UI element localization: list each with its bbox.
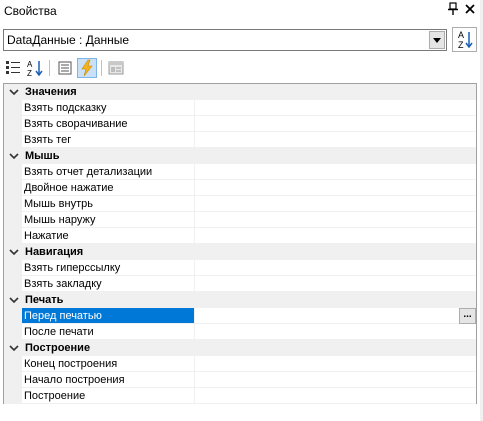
property-value-field[interactable] — [195, 356, 476, 372]
row-gutter — [4, 164, 22, 180]
row-gutter — [4, 132, 22, 148]
category-label: Мышь — [25, 150, 60, 162]
property-row[interactable]: Конец построения — [4, 356, 476, 372]
ellipsis-button[interactable]: ... — [459, 308, 476, 324]
property-name[interactable]: Взять закладку — [22, 276, 195, 292]
property-row[interactable]: Двойное нажатие — [4, 180, 476, 196]
categorized-icon[interactable] — [3, 58, 23, 78]
category-row[interactable]: Мышь — [4, 148, 476, 164]
property-name[interactable]: Взять подсказку — [22, 100, 195, 116]
category-label: Построение — [25, 342, 91, 354]
panel-footer — [0, 404, 483, 421]
svg-text:Z: Z — [458, 40, 464, 50]
property-grid: Значения Взять подсказку Взять сворачивани… — [3, 83, 477, 404]
property-name[interactable]: Взять гиперссылку — [22, 260, 195, 276]
row-gutter — [4, 228, 22, 244]
svg-text:A: A — [27, 60, 33, 69]
az-sort-icon: A Z — [458, 30, 473, 50]
category-row[interactable]: Значения — [4, 84, 476, 100]
property-name[interactable]: Двойное нажатие — [22, 180, 195, 196]
property-pages-icon[interactable] — [106, 58, 126, 78]
property-row[interactable]: Построение — [4, 388, 476, 404]
property-row[interactable]: Мышь внутрь — [4, 196, 476, 212]
property-value-field[interactable] — [195, 180, 476, 196]
row-gutter — [4, 196, 22, 212]
property-toolbar: A Z — [0, 56, 483, 80]
property-name[interactable]: Конец построения — [22, 356, 195, 372]
row-gutter — [4, 212, 22, 228]
property-row[interactable]: Мышь наружу — [4, 212, 476, 228]
row-gutter — [4, 116, 22, 132]
chevron-down-icon[interactable] — [8, 292, 20, 308]
property-value-field[interactable] — [195, 212, 476, 228]
category-row[interactable]: Построение — [4, 340, 476, 356]
svg-text:Z: Z — [27, 69, 32, 78]
events-icon[interactable] — [77, 58, 97, 78]
property-name[interactable]: Мышь внутрь — [22, 196, 195, 212]
property-name[interactable]: Взять отчет детализации — [22, 164, 195, 180]
row-gutter — [4, 356, 22, 372]
property-row[interactable]: Начало построения — [4, 372, 476, 388]
property-row[interactable]: Взять отчет детализации — [4, 164, 476, 180]
property-value-field[interactable] — [195, 260, 476, 276]
window-title: Свойства — [4, 4, 57, 18]
svg-text:A: A — [458, 30, 464, 40]
title-bar: Свойства — [0, 0, 483, 22]
property-name[interactable]: После печати — [22, 324, 195, 340]
property-name[interactable]: Перед печатью — [22, 308, 195, 324]
category-row[interactable]: Печать — [4, 292, 476, 308]
property-name[interactable]: Взять тег — [22, 132, 195, 148]
property-name[interactable]: Начало построения — [22, 372, 195, 388]
property-value-field[interactable] — [195, 164, 476, 180]
property-value-field[interactable] — [195, 388, 476, 404]
property-value-field[interactable] — [195, 100, 476, 116]
object-selector-value: DataДанные : Данные — [7, 33, 130, 47]
row-gutter — [4, 372, 22, 388]
chevron-down-icon[interactable] — [8, 244, 20, 260]
chevron-down-icon[interactable] — [8, 340, 20, 356]
property-row[interactable]: Взять тег — [4, 132, 476, 148]
category-label: Навигация — [25, 246, 84, 258]
property-name[interactable]: Взять сворачивание — [22, 116, 195, 132]
property-value-field[interactable] — [195, 324, 476, 340]
row-gutter — [4, 260, 22, 276]
property-value-field[interactable]: ... — [195, 308, 476, 324]
toolbar-separator — [49, 60, 50, 76]
property-row[interactable]: Взять гиперссылку — [4, 260, 476, 276]
chevron-down-icon[interactable] — [8, 84, 20, 100]
category-label: Значения — [25, 86, 77, 98]
row-gutter — [4, 100, 22, 116]
property-value-field[interactable] — [195, 228, 476, 244]
row-gutter — [4, 324, 22, 340]
object-selector-dropdown[interactable]: DataДанные : Данные — [3, 29, 447, 51]
property-value-field[interactable] — [195, 132, 476, 148]
chevron-down-icon[interactable] — [8, 148, 20, 164]
property-row[interactable]: Взять сворачивание — [4, 116, 476, 132]
az-sort-button[interactable]: A Z — [452, 27, 477, 52]
property-name[interactable]: Построение — [22, 388, 195, 404]
property-value-field[interactable] — [195, 372, 476, 388]
property-value-field[interactable] — [195, 116, 476, 132]
property-row[interactable]: Взять подсказку — [4, 100, 476, 116]
property-row[interactable]: После печати — [4, 324, 476, 340]
close-icon[interactable] — [463, 2, 477, 18]
row-gutter — [4, 276, 22, 292]
row-gutter — [4, 388, 22, 404]
property-value-field[interactable] — [195, 276, 476, 292]
property-row[interactable]: Нажатие — [4, 228, 476, 244]
property-row[interactable]: Перед печатью... — [4, 308, 476, 324]
property-name[interactable]: Мышь наружу — [22, 212, 195, 228]
property-name[interactable]: Нажатие — [22, 228, 195, 244]
property-value-field[interactable] — [195, 196, 476, 212]
row-gutter — [4, 180, 22, 196]
dropdown-arrow-icon[interactable] — [429, 31, 445, 49]
property-row[interactable]: Взять закладку — [4, 276, 476, 292]
category-label: Печать — [25, 294, 64, 306]
toolbar-separator — [101, 60, 102, 76]
alphabetical-icon[interactable]: A Z — [25, 58, 45, 78]
category-row[interactable]: Навигация — [4, 244, 476, 260]
pin-icon[interactable] — [446, 2, 460, 18]
properties-icon[interactable] — [55, 58, 75, 78]
row-gutter — [4, 308, 22, 324]
